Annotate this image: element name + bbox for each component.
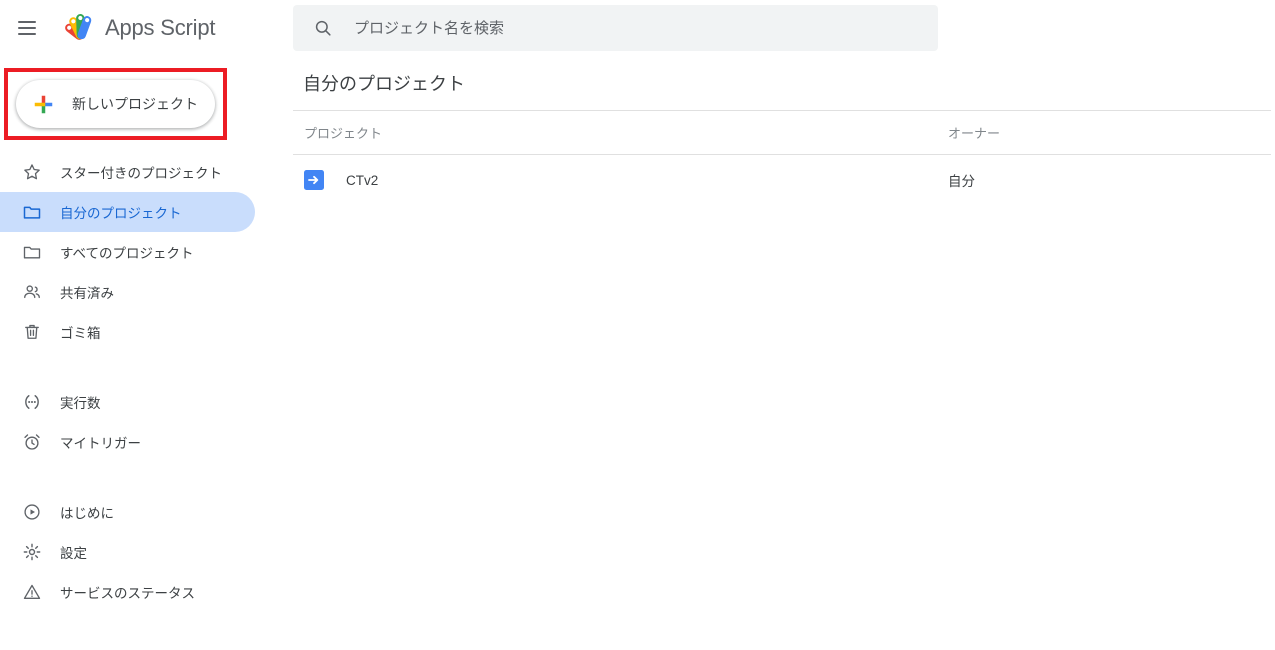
sidebar-nav: スター付きのプロジェクト 自分のプロジェクト すべてのプロジェクト 共有済み ゴ… [0, 152, 290, 612]
sidebar-item-service-status[interactable]: サービスのステータス [0, 572, 255, 612]
apps-script-logo-icon [65, 14, 92, 40]
sidebar-item-my-projects[interactable]: 自分のプロジェクト [0, 192, 255, 232]
search-bar[interactable] [293, 5, 938, 51]
play-circle-icon [24, 504, 40, 520]
apps-script-page: Apps Script 新しいプロジェクト スター付きのプロジェクト 自分のプロ… [0, 0, 1275, 650]
cell-owner: 自分 [948, 174, 975, 189]
sidebar-item-label: マイトリガー [60, 436, 141, 451]
new-project-highlight: 新しいプロジェクト [4, 68, 227, 140]
new-project-button[interactable]: 新しいプロジェクト [16, 80, 215, 128]
nav-divider-gap-1 [0, 352, 290, 382]
warning-triangle-icon [23, 584, 41, 599]
executions-icon [25, 395, 39, 409]
projects-table: プロジェクト オーナー CTv2 自分 [293, 110, 1271, 205]
page-title: 自分のプロジェクト [303, 74, 465, 94]
main-content: 自分のプロジェクト プロジェクト オーナー CTv2 自分 [290, 0, 1275, 650]
sidebar-item-trash[interactable]: ゴミ箱 [0, 312, 255, 352]
folder-icon [23, 246, 41, 259]
sidebar-item-label: 実行数 [60, 396, 101, 411]
column-header-project: プロジェクト [304, 126, 383, 141]
column-header-owner: オーナー [948, 126, 1001, 141]
alarm-clock-icon [24, 434, 40, 450]
sidebar-item-shared[interactable]: 共有済み [0, 272, 255, 312]
sidebar-item-label: 設定 [60, 546, 87, 561]
gear-icon [23, 543, 41, 561]
new-project-label: 新しいプロジェクト [72, 96, 198, 112]
sidebar-item-my-triggers[interactable]: マイトリガー [0, 422, 255, 462]
sidebar-item-executions[interactable]: 実行数 [0, 382, 255, 422]
sidebar-item-label: 自分のプロジェクト [60, 206, 182, 221]
sidebar-item-label: サービスのステータス [60, 586, 195, 601]
sidebar: Apps Script 新しいプロジェクト スター付きのプロジェクト 自分のプロ… [0, 0, 290, 650]
hamburger-menu-icon[interactable] [18, 16, 42, 40]
sidebar-item-settings[interactable]: 設定 [0, 532, 255, 572]
app-title: Apps Script [105, 15, 216, 40]
search-icon [315, 20, 331, 36]
search-input[interactable] [354, 19, 894, 37]
sidebar-item-label: スター付きのプロジェクト [60, 166, 222, 181]
sidebar-item-label: ゴミ箱 [60, 326, 101, 341]
table-row[interactable]: CTv2 自分 [293, 155, 1271, 205]
nav-divider-gap-2 [0, 462, 290, 492]
sidebar-item-starred[interactable]: スター付きのプロジェクト [0, 152, 255, 192]
star-icon [24, 164, 40, 180]
people-icon [24, 285, 40, 299]
sidebar-item-getting-started[interactable]: はじめに [0, 492, 255, 532]
cell-project: CTv2 [293, 170, 943, 190]
table-header-row: プロジェクト オーナー [293, 110, 1271, 155]
project-arrow-icon [304, 170, 324, 190]
project-name: CTv2 [346, 172, 379, 188]
trash-icon [25, 324, 39, 339]
sidebar-item-label: はじめに [60, 506, 114, 521]
folder-filled-icon [23, 206, 41, 219]
sidebar-item-label: 共有済み [60, 286, 114, 301]
sidebar-item-label: すべてのプロジェクト [60, 246, 194, 261]
google-plus-icon [34, 95, 53, 113]
sidebar-item-all-projects[interactable]: すべてのプロジェクト [0, 232, 255, 272]
brand-row: Apps Script [0, 0, 290, 56]
